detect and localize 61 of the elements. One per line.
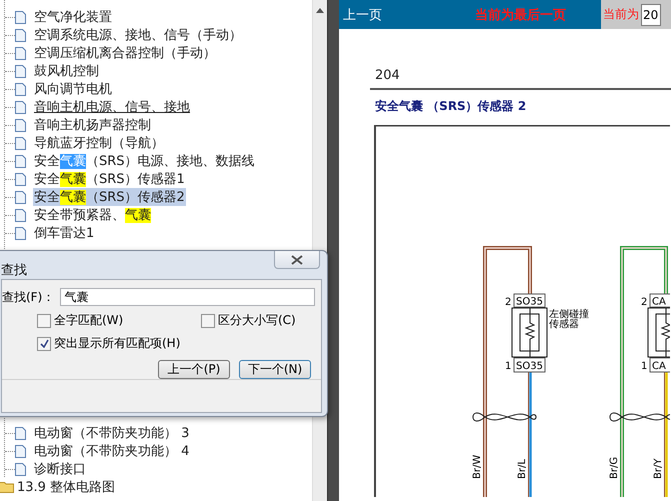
tree-item[interactable]: 倒车雷达1 <box>33 224 96 242</box>
document-icon <box>15 154 26 168</box>
document-icon <box>15 190 26 204</box>
document-icon <box>15 100 26 114</box>
previous-page-link[interactable]: 上一页 <box>343 6 475 24</box>
document-icon <box>15 82 26 96</box>
document-icon <box>15 226 26 240</box>
splitter-bar[interactable] <box>327 0 339 501</box>
tree-item[interactable]: 电动窗（不带防夹功能） 3 <box>33 424 190 442</box>
document-icon <box>15 462 26 476</box>
scroll-up-icon[interactable] <box>316 8 324 13</box>
document-icon <box>15 136 26 150</box>
tree-item[interactable]: 导航蓝牙控制（导航） <box>33 134 165 152</box>
tree-item[interactable]: 空调系统电源、接地、信号（手动） <box>33 26 243 44</box>
page-field[interactable]: 20 <box>641 4 661 26</box>
twisted-pair-symbol <box>472 412 536 422</box>
twisted-pair-symbol <box>610 412 670 422</box>
close-icon <box>291 254 303 264</box>
diagram-title: 安全气囊 （SRS）传感器 2 <box>375 98 528 115</box>
tree-item[interactable]: 鼓风机控制 <box>33 62 100 80</box>
page-label: 当前为 <box>603 6 639 23</box>
checkbox[interactable] <box>201 314 215 328</box>
page-number: 204 <box>375 68 401 83</box>
check-icon <box>40 339 48 348</box>
document-icon <box>15 10 26 24</box>
wire: Br/Y <box>653 372 668 497</box>
tree-item[interactable]: 安全带预紧器、气囊 <box>33 206 152 224</box>
document-icon <box>15 118 26 132</box>
document-icon <box>15 46 26 60</box>
field-label: 查找(F)： <box>2 288 54 306</box>
document-icon <box>15 172 26 186</box>
option-checkbox[interactable]: 区分大小写(C) <box>201 312 321 329</box>
option-checkbox[interactable]: 全字匹配(W) <box>37 312 201 329</box>
document-icon <box>15 208 26 222</box>
wire: Br/L <box>517 372 532 497</box>
crash-sensor: 2 CA 1 CA <box>641 294 670 372</box>
document-icon <box>15 444 26 458</box>
dialog-button[interactable]: 下一个(N) <box>239 360 311 379</box>
tree-item[interactable]: 空调压缩机离合器控制（手动） <box>33 44 217 62</box>
dialog-button[interactable]: 上一个(P) <box>158 360 230 379</box>
dialog-title: 查找 <box>1 262 27 279</box>
tree-item[interactable]: 安全气囊（SRS）传感器1 <box>33 170 186 188</box>
document-icon <box>15 28 26 42</box>
tree-item[interactable]: 安全气囊（SRS）传感器2 <box>33 188 186 206</box>
checkbox[interactable] <box>37 336 51 350</box>
tree-item[interactable]: 风向调节电机 <box>33 80 113 98</box>
tree-item[interactable]: 13.9 整体电路图 <box>16 478 116 496</box>
tree-item[interactable]: 电动窗（不带防夹功能） 4 <box>33 442 190 460</box>
document-icon <box>15 426 26 440</box>
tree-item[interactable]: 诊断接口 <box>33 460 87 478</box>
close-button[interactable] <box>274 251 320 269</box>
folder-icon <box>0 481 14 493</box>
option-checkbox[interactable]: 突出显示所有匹配项(H) <box>37 335 201 352</box>
page-status: 当前为最后一页 <box>475 6 567 24</box>
tree-item[interactable]: 音响主机扬声器控制 <box>33 116 152 134</box>
crash-sensor: 2 SO35 1 SO35 左侧碰撞 传感器 <box>505 294 589 372</box>
tree-item[interactable]: 安全气囊（SRS）电源、接地、数据线 <box>33 152 256 170</box>
search-field[interactable]: 气囊 <box>60 288 315 306</box>
tree-item[interactable]: 空气净化装置 <box>33 8 113 26</box>
checkbox[interactable] <box>37 314 51 328</box>
document-icon <box>15 64 26 78</box>
